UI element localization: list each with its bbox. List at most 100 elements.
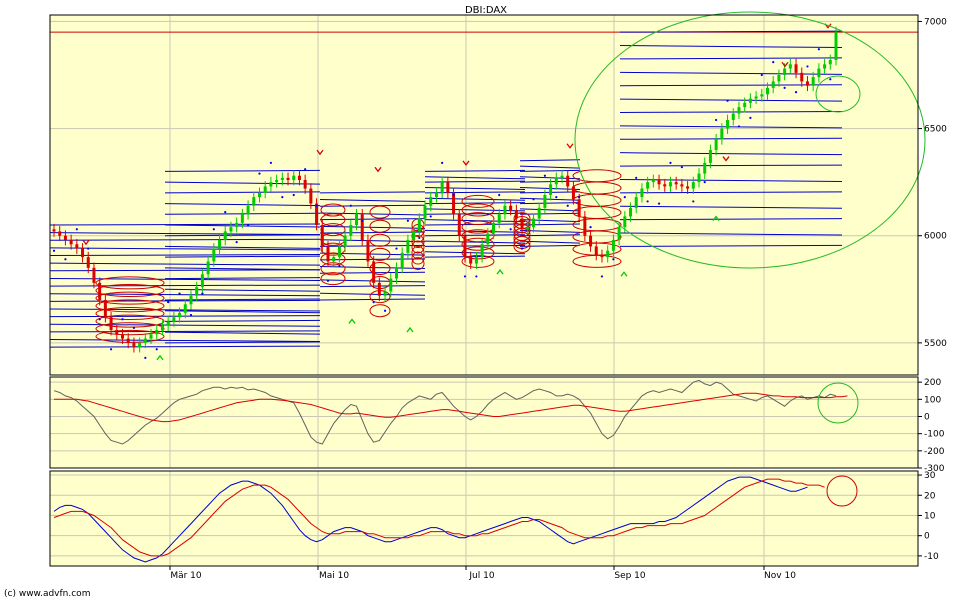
candle-up (263, 186, 267, 193)
candle-down (457, 214, 461, 236)
x-tick-label: Mär 10 (170, 571, 202, 581)
x-tick-label: Sep 10 (614, 571, 646, 581)
candle-down (686, 186, 690, 189)
candle-up (766, 87, 770, 95)
candle-up (423, 205, 427, 219)
candle-up (834, 32, 838, 60)
candle-up (434, 192, 438, 198)
candle-up (560, 175, 564, 178)
candle-up (754, 96, 758, 99)
candle-up (252, 197, 256, 206)
y-tick-label: 0 (924, 532, 930, 542)
stop-dot (578, 196, 581, 199)
candle-down (98, 282, 102, 300)
y-tick-label: 200 (924, 378, 941, 388)
candle-up (737, 107, 741, 114)
candle-up (668, 182, 672, 187)
candle-down (297, 175, 301, 180)
candle-up (480, 244, 484, 258)
candle-up (332, 257, 336, 262)
candle-down (52, 229, 56, 232)
candle-up (771, 81, 775, 88)
candle-up (720, 128, 724, 140)
candle-up (206, 261, 210, 275)
stop-dot (201, 292, 204, 295)
y-tick-label: 100 (924, 395, 941, 405)
candle-up (503, 205, 507, 215)
stop-dot (475, 275, 478, 278)
stop-dot (452, 193, 455, 197)
candle-up (714, 139, 718, 150)
candle-down (286, 177, 290, 180)
stop-dot (692, 200, 695, 203)
stop-dot (167, 301, 170, 304)
stop-dot (543, 174, 546, 177)
candle-up (235, 222, 239, 228)
stop-dot (406, 219, 409, 222)
stop-dot (646, 200, 649, 203)
candle-up (474, 257, 478, 264)
stop-dot (258, 172, 261, 175)
candle-down (794, 64, 798, 73)
stop-dot (760, 73, 763, 77)
stop-dot (109, 348, 113, 351)
y-tick-label: 5500 (924, 339, 947, 349)
y-tick-label: 30 (924, 471, 936, 481)
candle-up (155, 330, 159, 335)
stop-dot (64, 258, 67, 261)
candle-down (109, 317, 113, 330)
stop-dot (520, 247, 524, 250)
stop-dot (498, 193, 501, 197)
candle-up (223, 231, 227, 240)
candle-up (400, 252, 404, 268)
stop-dot (315, 204, 318, 207)
candle-down (360, 214, 364, 240)
candle-down (680, 184, 684, 187)
candle-up (828, 60, 832, 65)
stop-dot (372, 301, 375, 304)
candle-up (292, 175, 296, 180)
candle-up (748, 98, 752, 103)
candle-up (811, 77, 815, 86)
candle-up (549, 184, 553, 195)
candle-down (657, 180, 661, 185)
stop-dot (623, 196, 626, 199)
stop-dot (52, 249, 56, 252)
stop-dot (224, 211, 227, 214)
candle-up (200, 274, 204, 288)
candle-down (366, 240, 370, 262)
stop-dot (772, 61, 775, 64)
candle-down (326, 246, 330, 262)
panel-background (50, 471, 918, 566)
candle-down (320, 225, 324, 247)
stop-dot (395, 247, 398, 250)
candle-up (783, 68, 787, 75)
candle-up (497, 214, 501, 223)
candle-up (606, 250, 610, 258)
stop-dot (292, 193, 295, 197)
stop-dot (737, 125, 741, 128)
stop-dot (144, 356, 147, 359)
stop-dot (680, 166, 683, 169)
candle-up (166, 321, 170, 326)
candle-up (389, 278, 393, 292)
candle-down (303, 180, 307, 189)
candle-down (63, 235, 67, 240)
stop-dot (235, 241, 238, 244)
stop-dot (715, 118, 718, 122)
stop-dot (806, 65, 809, 68)
candle-up (417, 218, 421, 232)
candle-up (240, 214, 244, 223)
candle-down (463, 235, 467, 258)
stop-dot (304, 168, 307, 171)
y-tick-label: -200 (924, 447, 945, 457)
candle-up (183, 304, 187, 313)
candle-down (805, 81, 809, 86)
candle-down (509, 205, 513, 210)
candle-up (160, 325, 164, 330)
candle-down (469, 257, 473, 264)
candle-up (149, 334, 153, 339)
stop-dot (817, 48, 820, 51)
candle-up (788, 64, 792, 69)
stop-dot (361, 219, 364, 222)
